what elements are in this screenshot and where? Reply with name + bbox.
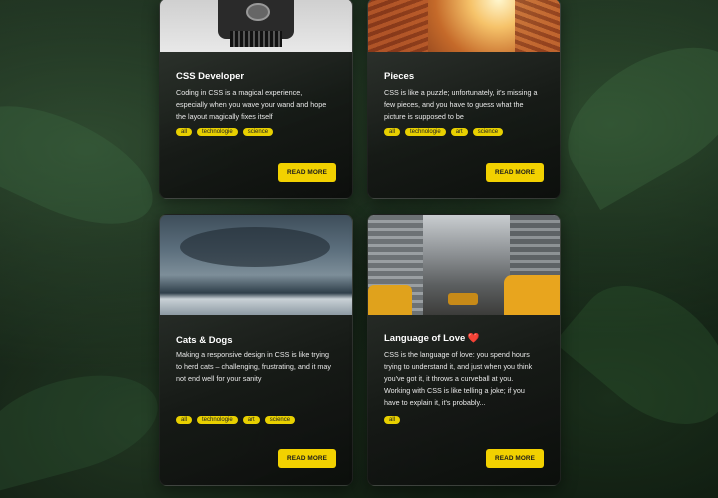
tag-badge[interactable]: all <box>384 128 401 136</box>
tag-list: all technologie science <box>176 128 274 136</box>
tag-badge[interactable]: science <box>264 416 296 424</box>
card-image-buildings <box>368 0 560 52</box>
card-image-city-taxis <box>368 215 560 315</box>
tag-badge[interactable]: science <box>472 128 504 136</box>
card-description: Coding in CSS is a magical experience, e… <box>176 88 327 121</box>
background-leaf <box>0 358 169 492</box>
card-language-of-love: Language of Love ❤️ CSS is the language … <box>367 214 561 486</box>
tag-list: all <box>384 416 401 424</box>
card-cats-dogs: Cats & Dogs Making a responsive design i… <box>159 214 353 486</box>
background-leaf <box>0 81 170 249</box>
tag-list: all technologie art science <box>176 416 296 424</box>
read-more-button[interactable]: READ MORE <box>486 163 544 182</box>
card-image-typewriter <box>160 0 352 52</box>
card-image-storm-sea <box>160 215 352 315</box>
tag-badge[interactable]: technologie <box>405 128 446 136</box>
tag-badge[interactable]: all <box>384 416 401 424</box>
read-more-button[interactable]: READ MORE <box>278 449 336 468</box>
read-more-button[interactable]: READ MORE <box>486 449 544 468</box>
card-description: CSS is like a puzzle; unfortunately, it'… <box>384 88 538 121</box>
card-description: CSS is the language of love: you spend h… <box>384 350 533 407</box>
card-title: Pieces <box>384 71 415 82</box>
tag-badge[interactable]: technologie <box>197 416 238 424</box>
read-more-button[interactable]: READ MORE <box>278 163 336 182</box>
card-title: Language of Love ❤️ <box>384 333 480 344</box>
background-leaf <box>545 19 718 211</box>
tag-badge[interactable]: technologie <box>197 128 238 136</box>
tag-badge[interactable]: all <box>176 416 193 424</box>
tag-badge[interactable]: art <box>450 128 468 136</box>
card-css-developer: CSS Developer Coding in CSS is a magical… <box>159 0 353 199</box>
card-description: Making a responsive design in CSS is lik… <box>176 350 332 383</box>
background-leaf <box>554 258 718 452</box>
tag-badge[interactable]: art <box>242 416 260 424</box>
card-title: Cats & Dogs <box>176 335 233 346</box>
card-title: CSS Developer <box>176 71 245 82</box>
tag-badge[interactable]: all <box>176 128 193 136</box>
tag-badge[interactable]: science <box>242 128 274 136</box>
card-pieces: Pieces CSS is like a puzzle; unfortunate… <box>367 0 561 199</box>
tag-list: all technologie art science <box>384 128 504 136</box>
